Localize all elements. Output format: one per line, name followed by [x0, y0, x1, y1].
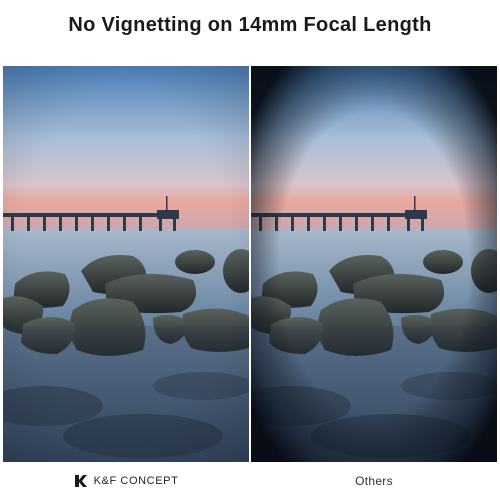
others-caption: Others [251, 470, 497, 492]
others-label: Others [355, 474, 393, 488]
brand-caption: K&F CONCEPT [3, 470, 249, 492]
kf-logo-icon [74, 474, 88, 488]
page-title: No Vignetting on 14mm Focal Length [68, 14, 432, 36]
vignette-overlay [251, 66, 497, 462]
comparison-photo-kf [3, 66, 249, 462]
seascape-image-vignetted [251, 66, 497, 462]
comparison-photo-others [251, 66, 497, 462]
brand-name: K&F CONCEPT [93, 475, 179, 487]
seascape-image [3, 66, 249, 462]
